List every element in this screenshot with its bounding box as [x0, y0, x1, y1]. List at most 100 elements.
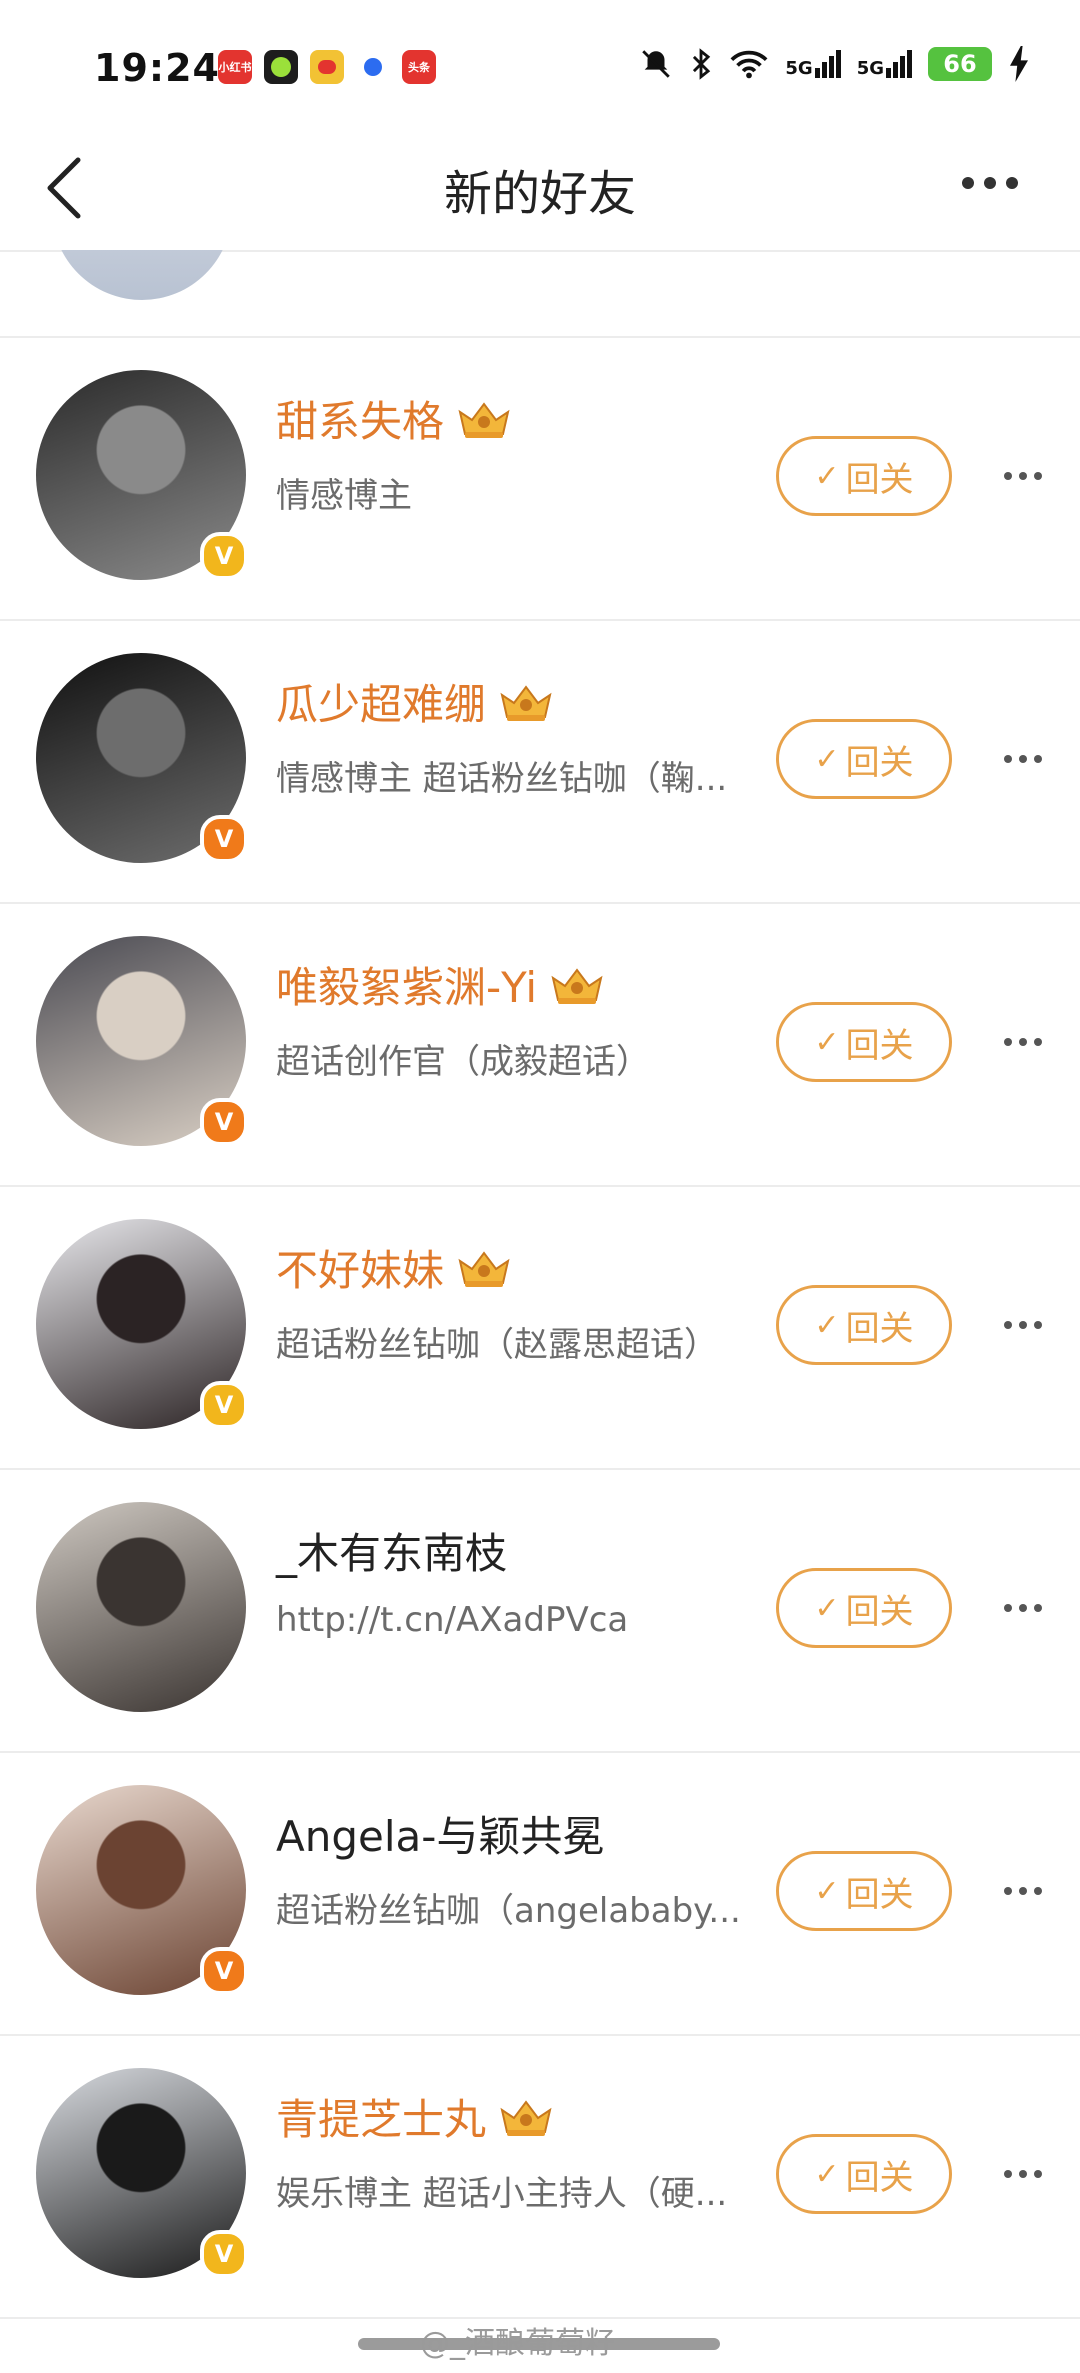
watermark: @_酒酿葡萄籽 — [420, 2326, 615, 2361]
dot-icon — [1034, 755, 1042, 763]
blue-dot-app-icon — [356, 50, 390, 84]
row-more-button[interactable] — [1004, 1879, 1054, 1903]
vip-crown-icon — [458, 401, 510, 438]
row-more-button[interactable] — [1004, 1313, 1054, 1337]
friend-row[interactable]: V 甜系失格 情感博主 ✓ 回关 — [0, 338, 1080, 621]
dot-icon — [1004, 1321, 1012, 1329]
avatar-container[interactable]: V — [36, 653, 248, 863]
row-more-button[interactable] — [1004, 2162, 1054, 2186]
page-title: 新的好友 — [443, 166, 636, 222]
dot-icon — [1019, 1887, 1027, 1895]
row-more-button[interactable] — [1004, 747, 1054, 771]
weibo-icon — [310, 50, 344, 84]
name-line: Angela-与颖共冕 — [276, 1803, 604, 1864]
check-icon: ✓ — [814, 1873, 840, 1909]
dot-icon — [1004, 472, 1012, 480]
friend-description: 超话粉丝钻咖（赵露思超话） — [276, 1325, 718, 1365]
avatar[interactable] — [52, 250, 232, 300]
dot-icon — [1004, 1887, 1012, 1895]
dot-icon — [1004, 755, 1012, 763]
mute-bell-icon — [642, 50, 671, 78]
network-type-1: 5G — [785, 58, 813, 79]
follow-back-label: 回关 — [845, 1308, 914, 1349]
notification-app-icons: 小红书 头条 — [218, 50, 436, 84]
vip-crown-icon — [500, 684, 552, 721]
name-line: 瓜少超难绷 — [276, 671, 554, 732]
bluetooth-icon — [693, 48, 711, 80]
friend-name[interactable]: 不好妹妹 — [276, 1237, 444, 1298]
dot-icon — [1034, 1887, 1042, 1895]
status-time: 19:24 — [94, 46, 220, 90]
list-item-partial[interactable] — [0, 250, 1080, 338]
dot-icon — [1034, 2170, 1042, 2178]
dot-icon — [962, 177, 974, 189]
dot-icon — [1019, 2170, 1027, 2178]
check-icon: ✓ — [814, 2156, 840, 2192]
avatar-container[interactable]: V — [36, 936, 248, 1146]
friend-description: 超话创作官（成毅超话） — [276, 1042, 650, 1082]
follow-back-button[interactable]: ✓ 回关 — [776, 1002, 952, 1082]
friend-name[interactable]: Angela-与颖共冕 — [276, 1803, 604, 1864]
verified-badge-icon: V — [200, 1381, 248, 1429]
dot-icon — [1034, 1321, 1042, 1329]
dot-icon — [1034, 472, 1042, 480]
dot-icon — [1019, 1604, 1027, 1612]
follow-back-button[interactable]: ✓ 回关 — [776, 1285, 952, 1365]
check-icon: ✓ — [814, 1024, 840, 1060]
name-line: 青提芝士丸 — [276, 2086, 554, 2147]
row-more-button[interactable] — [1004, 464, 1054, 488]
friend-list: V 甜系失格 情感博主 ✓ 回关 V 瓜少超难绷 情感博主 超话粉丝钻咖（鞠..… — [0, 250, 1080, 2319]
friend-row[interactable]: V Angela-与颖共冕 超话粉丝钻咖（angelababy... ✓ 回关 — [0, 1753, 1080, 2036]
friend-name[interactable]: 唯毅絮紫渊-Yi — [276, 954, 537, 1015]
more-options-button[interactable] — [962, 168, 1032, 198]
follow-back-button[interactable]: ✓ 回关 — [776, 2134, 952, 2214]
avatar-container[interactable]: V — [36, 1785, 248, 1995]
friend-row[interactable]: V 不好妹妹 超话粉丝钻咖（赵露思超话） ✓ 回关 — [0, 1187, 1080, 1470]
dot-icon — [1019, 472, 1027, 480]
friend-row[interactable]: V 瓜少超难绷 情感博主 超话粉丝钻咖（鞠... ✓ 回关 — [0, 621, 1080, 904]
dot-icon — [984, 177, 996, 189]
vip-crown-icon — [551, 967, 603, 1004]
follow-back-label: 回关 — [845, 1874, 914, 1915]
dot-icon — [1006, 177, 1018, 189]
name-line: 不好妹妹 — [276, 1237, 512, 1298]
follow-back-label: 回关 — [845, 742, 914, 783]
system-status-icons: 5G 5G 66 — [639, 46, 1030, 82]
verified-badge-icon: V — [200, 2230, 248, 2278]
friend-description: 情感博主 — [276, 476, 412, 516]
follow-back-button[interactable]: ✓ 回关 — [776, 719, 952, 799]
follow-back-label: 回关 — [845, 2157, 914, 2198]
verified-badge-icon: V — [200, 815, 248, 863]
dot-icon — [1019, 1321, 1027, 1329]
friend-name[interactable]: 甜系失格 — [276, 388, 444, 449]
follow-back-button[interactable]: ✓ 回关 — [776, 1568, 952, 1648]
dot-icon — [1004, 1038, 1012, 1046]
xiaohongshu-icon: 小红书 — [218, 50, 252, 84]
avatar-container[interactable]: V — [36, 2068, 248, 2278]
avatar[interactable] — [36, 1502, 246, 1712]
follow-back-label: 回关 — [845, 1025, 914, 1066]
verified-badge-icon: V — [200, 1098, 248, 1146]
charging-icon — [1010, 46, 1028, 82]
friend-name[interactable]: 青提芝士丸 — [276, 2086, 486, 2147]
avatar-container[interactable]: V — [36, 1219, 248, 1429]
avatar-container[interactable]: V — [36, 370, 248, 580]
friend-name[interactable]: 瓜少超难绷 — [276, 671, 486, 732]
friend-row[interactable]: _木有东南枝 http://t.cn/AXadPVca ✓ 回关 — [0, 1470, 1080, 1753]
follow-back-button[interactable]: ✓ 回关 — [776, 1851, 952, 1931]
nav-bar: 新的好友 — [0, 130, 1080, 252]
avatar-container[interactable] — [36, 1502, 246, 1712]
friend-description: 情感博主 超话粉丝钻咖（鞠... — [276, 759, 728, 799]
row-more-button[interactable] — [1004, 1030, 1054, 1054]
dot-icon — [1034, 1604, 1042, 1612]
name-line: _木有东南枝 — [276, 1520, 507, 1581]
row-more-button[interactable] — [1004, 1596, 1054, 1620]
friend-name[interactable]: _木有东南枝 — [276, 1520, 507, 1581]
friend-row[interactable]: V 青提芝士丸 娱乐博主 超话小主持人（硬... ✓ 回关 — [0, 2036, 1080, 2319]
status-bar: 19:24 小红书 头条 5G 5G 66 — [0, 0, 1080, 130]
follow-back-button[interactable]: ✓ 回关 — [776, 436, 952, 516]
friend-row[interactable]: V 唯毅絮紫渊-Yi 超话创作官（成毅超话） ✓ 回关 — [0, 904, 1080, 1187]
green-app-icon — [264, 50, 298, 84]
vip-crown-icon — [458, 1250, 510, 1287]
friend-description: 超话粉丝钻咖（angelababy... — [276, 1891, 741, 1931]
